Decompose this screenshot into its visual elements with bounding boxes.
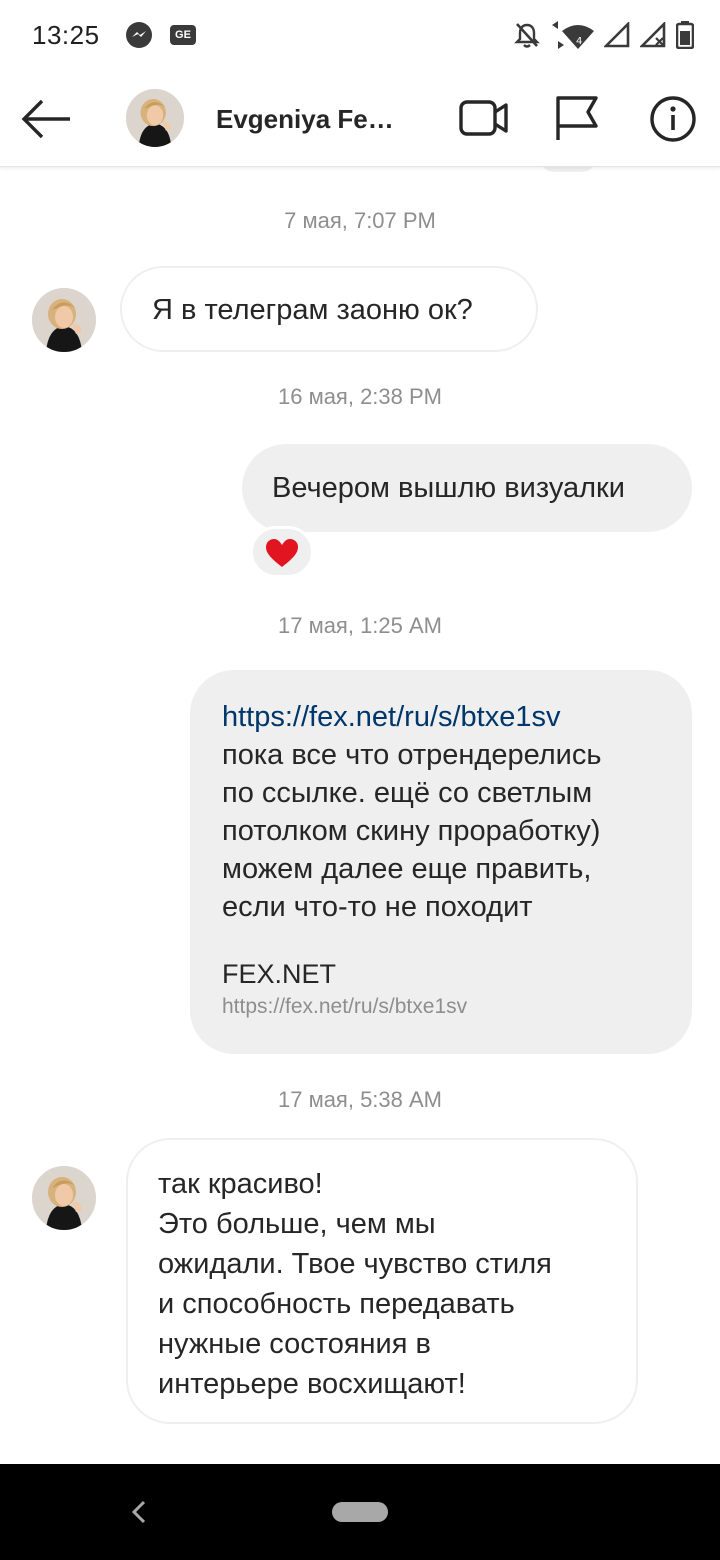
mute-icon [514, 23, 540, 48]
message-line: по ссылке. ещё со светлым [222, 777, 593, 809]
timestamp: 17 мая, 5:38 AM [277, 1087, 442, 1112]
contact-avatar[interactable] [126, 89, 184, 147]
message-line: так красиво! [158, 1168, 323, 1200]
timestamp: 17 мая, 1:25 AM [277, 613, 442, 638]
messenger-icon [126, 22, 152, 48]
status-bar: 13:25 GE 4 [0, 0, 720, 72]
message-line: и способность передавать [158, 1288, 515, 1320]
heart-icon [266, 539, 298, 567]
timestamp: 7 мая, 7:07 PM [284, 208, 436, 233]
outgoing-message[interactable]: Вечером вышлю визуалки [242, 444, 692, 532]
message-line: если что-то не походит [222, 891, 533, 923]
contact-name[interactable]: Evgeniya Fed… [216, 104, 406, 135]
signal-x-icon [640, 22, 666, 48]
wifi-icon: 4 [552, 21, 594, 49]
info-icon [650, 96, 696, 142]
link-preview-title[interactable]: FEX.NET [222, 956, 662, 992]
system-home-pill[interactable] [332, 1502, 388, 1522]
message-line: потолком скину проработку) [222, 815, 601, 847]
system-icons: 4 [514, 18, 694, 52]
incoming-message[interactable]: Я в телеграм заоню ок? [120, 266, 538, 352]
back-button[interactable] [18, 96, 74, 142]
message-line: пока все что отрендерелись [222, 739, 602, 771]
sender-avatar[interactable] [32, 288, 96, 352]
reaction-badge[interactable] [250, 526, 314, 578]
message-link[interactable]: https://fex.net/ru/s/btxe1sv [222, 698, 662, 736]
message-line: интерьере восхищают! [158, 1368, 466, 1400]
back-arrow-icon [21, 99, 70, 139]
outgoing-link-message[interactable]: https://fex.net/ru/s/btxe1sv пока все чт… [190, 670, 692, 1054]
chevron-left-icon [131, 1500, 146, 1524]
message-line: Это больше, чем мы [158, 1208, 436, 1240]
flag-icon [556, 96, 598, 140]
status-time: 13:25 [32, 20, 100, 50]
svg-text:4: 4 [576, 36, 582, 47]
message-line: ожидали. Твое чувство стиля [158, 1248, 552, 1280]
system-back-button[interactable] [126, 1496, 154, 1528]
message-line: нужные состояния в [158, 1328, 431, 1360]
sender-avatar[interactable] [32, 1166, 96, 1230]
link-preview-url[interactable]: https://fex.net/ru/s/btxe1sv [222, 992, 662, 1022]
video-call-icon [459, 100, 508, 136]
chat-header: Evgeniya Fed… [0, 72, 720, 167]
battery-icon [676, 21, 694, 49]
video-call-button[interactable] [456, 92, 510, 146]
message-text: Вечером вышлю визуалки [272, 472, 625, 504]
signal-icon [604, 22, 630, 48]
info-button[interactable] [646, 92, 700, 146]
ge-icon: GE [170, 25, 196, 45]
incoming-message[interactable]: так красиво! Это больше, чем мы ожидали.… [126, 1138, 638, 1424]
message-text: Я в телеграм заоню ок? [152, 294, 473, 326]
timestamp: 16 мая, 2:38 PM [277, 384, 442, 409]
report-button[interactable] [552, 92, 606, 146]
system-navigation-bar [0, 1464, 720, 1560]
message-line: можем далее еще править, [222, 853, 592, 885]
